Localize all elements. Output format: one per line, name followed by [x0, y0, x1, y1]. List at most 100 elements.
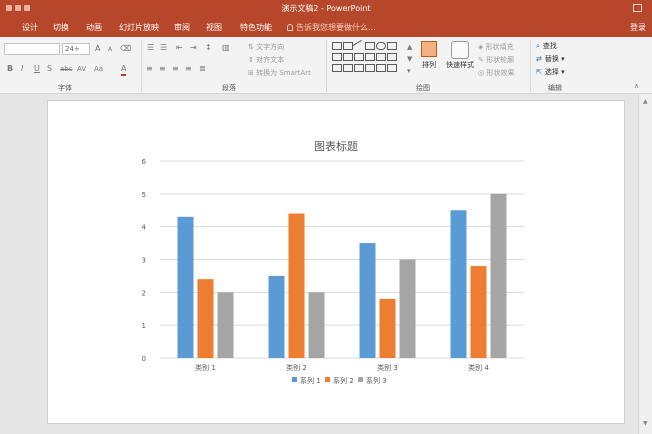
strikethrough-button[interactable]: abc — [60, 64, 73, 74]
shape-outline-label: 形状轮廓 — [486, 56, 515, 64]
replace-icon: ⇄ — [536, 55, 542, 63]
title-bar: 演示文稿2 - PowerPoint — [0, 0, 652, 16]
shape-fill-label: 形状填充 — [485, 43, 514, 51]
y-tick-label: 0 — [142, 355, 146, 363]
align-text-icon: ⇕ — [248, 56, 257, 64]
group-divider — [326, 40, 327, 92]
paint-bucket-icon: ◈ — [478, 43, 486, 51]
underline-button[interactable]: U — [34, 64, 40, 74]
shape-outline-button[interactable]: ✎ 形状轮廓 — [478, 55, 514, 65]
sign-in-link[interactable]: 登录 — [630, 22, 646, 33]
text-shadow-button[interactable]: S — [47, 64, 52, 74]
justify-icon[interactable]: ≡ — [185, 64, 192, 74]
tab-review[interactable]: 审阅 — [174, 22, 190, 33]
x-tick-label: 类别 1 — [195, 363, 216, 372]
bar-1-3 — [359, 243, 376, 358]
align-left-icon[interactable]: ≡ — [146, 64, 153, 74]
align-center-icon[interactable]: ≡ — [159, 64, 166, 74]
shape-effects-label: 形状效果 — [486, 69, 515, 77]
distribute-icon[interactable]: ≣ — [199, 64, 206, 74]
tab-animations[interactable]: 动画 — [86, 22, 102, 33]
shapes-gallery[interactable] — [332, 40, 404, 77]
numbering-icon[interactable]: ☰ — [160, 43, 167, 53]
smartart-icon: ⊞ — [248, 69, 257, 77]
legend-swatch — [325, 377, 330, 382]
legend-label: 系列 1 — [300, 376, 321, 385]
x-tick-label: 类别 2 — [286, 363, 307, 372]
ribbon: 24+ A A ⌫ B I U S abc AV Aa A 字体 ☰ ☰ ⇤ ⇥… — [0, 37, 652, 94]
legend-swatch — [358, 377, 363, 382]
bar-2-3 — [379, 298, 396, 358]
shapes-scroll-up-icon[interactable]: ▲ — [407, 42, 412, 52]
increase-indent-icon[interactable]: ⇥ — [190, 43, 197, 53]
collapse-ribbon-icon[interactable]: ∧ — [634, 81, 639, 91]
columns-icon[interactable]: ▥ — [222, 43, 230, 53]
y-tick-label: 2 — [142, 289, 146, 297]
y-tick-label: 5 — [142, 191, 146, 199]
bar-3-1 — [217, 292, 234, 358]
shapes-scroll-down-icon[interactable]: ▼ — [407, 54, 412, 64]
lightbulb-icon — [287, 24, 293, 31]
select-button[interactable]: ⇱ 选择 ▾ — [536, 67, 565, 77]
bold-button[interactable]: B — [7, 64, 13, 74]
group-divider — [141, 40, 142, 92]
drawing-group-label: 绘图 — [416, 84, 430, 92]
chart-title: 图表标题 — [314, 139, 358, 153]
line-spacing-icon[interactable]: ↕ — [205, 43, 212, 53]
tab-view[interactable]: 视图 — [206, 22, 222, 33]
find-button[interactable]: ⌕ 查找 — [536, 41, 557, 51]
align-text-label: 对齐文本 — [256, 56, 285, 64]
grow-font-button[interactable]: A — [95, 44, 100, 54]
tab-design[interactable]: 设计 — [22, 22, 38, 33]
shrink-font-button[interactable]: A — [108, 45, 112, 55]
italic-button[interactable]: I — [21, 64, 23, 74]
legend-swatch — [292, 377, 297, 382]
font-name-combo[interactable] — [4, 43, 60, 55]
y-tick-label: 1 — [142, 322, 146, 330]
y-tick-label: 3 — [142, 257, 146, 265]
bar-3-3 — [399, 259, 416, 358]
replace-button[interactable]: ⇄ 替换 ▾ — [536, 54, 565, 64]
shape-effects-button[interactable]: ◎ 形状效果 — [478, 68, 514, 78]
text-direction-button[interactable]: ⇅ 文字方向 — [248, 42, 284, 52]
paragraph-group-label: 段落 — [222, 84, 236, 92]
clear-format-icon[interactable]: ⌫ — [120, 44, 131, 54]
x-tick-label: 类别 4 — [468, 363, 489, 372]
font-color-button[interactable]: A — [121, 64, 127, 76]
bar-3-4 — [490, 193, 507, 358]
group-divider — [530, 40, 531, 92]
x-tick-label: 类别 3 — [377, 363, 398, 372]
arrange-button[interactable]: 排列 — [418, 41, 440, 70]
quick-styles-icon — [451, 41, 469, 59]
bar-1-4 — [450, 210, 467, 358]
bullets-icon[interactable]: ☰ — [147, 43, 154, 53]
font-group-label: 字体 — [58, 84, 72, 92]
shape-fill-button[interactable]: ◈ 形状填充 — [478, 42, 514, 52]
vertical-scrollbar[interactable]: ▲ ▼ — [638, 94, 652, 434]
align-right-icon[interactable]: ≡ — [172, 64, 179, 74]
change-case-button[interactable]: Aa — [94, 64, 103, 74]
shapes-more-icon[interactable]: ▾ — [407, 66, 411, 76]
char-spacing-button[interactable]: AV — [77, 64, 86, 74]
scroll-down-icon[interactable]: ▼ — [643, 420, 649, 427]
align-text-button[interactable]: ⇕ 对齐文本 — [248, 55, 284, 65]
decrease-indent-icon[interactable]: ⇤ — [176, 43, 183, 53]
tab-slide-show[interactable]: 幻灯片放映 — [119, 22, 159, 33]
text-direction-label: 文字方向 — [256, 43, 285, 51]
scroll-up-icon[interactable]: ▲ — [643, 98, 649, 105]
tab-transitions[interactable]: 切换 — [53, 22, 69, 33]
ribbon-display-options-icon[interactable] — [633, 4, 642, 12]
convert-smartart-button[interactable]: ⊞ 转换为 SmartArt — [248, 68, 311, 78]
tab-special-features[interactable]: 特色功能 — [240, 22, 272, 33]
quick-styles-button[interactable]: 快速样式 — [444, 41, 476, 70]
slide-canvas[interactable]: 图表标题 0 1 2 3 4 5 6 类别 1 类别 2 类别 3 类别 4 系列 1 系列 2 系列… — [48, 101, 624, 423]
tell-me-text: 告诉我您想要做什么... — [296, 23, 376, 32]
bar-chart[interactable]: 图表标题 0 1 2 3 4 5 6 类别 1 类别 2 类别 3 类别 4 系列 1 系列 2 系列… — [48, 101, 624, 423]
tell-me-box[interactable]: 告诉我您想要做什么... — [287, 22, 376, 33]
cursor-icon: ⇱ — [536, 68, 542, 76]
ribbon-tab-row: 设计 切换 动画 幻灯片放映 审阅 视图 特色功能 告诉我您想要做什么... 登… — [0, 16, 652, 37]
smartart-label: 转换为 SmartArt — [256, 69, 311, 77]
y-tick-label: 4 — [142, 224, 147, 232]
font-size-combo[interactable]: 24+ — [62, 43, 90, 55]
window-title: 演示文稿2 - PowerPoint — [281, 4, 371, 13]
